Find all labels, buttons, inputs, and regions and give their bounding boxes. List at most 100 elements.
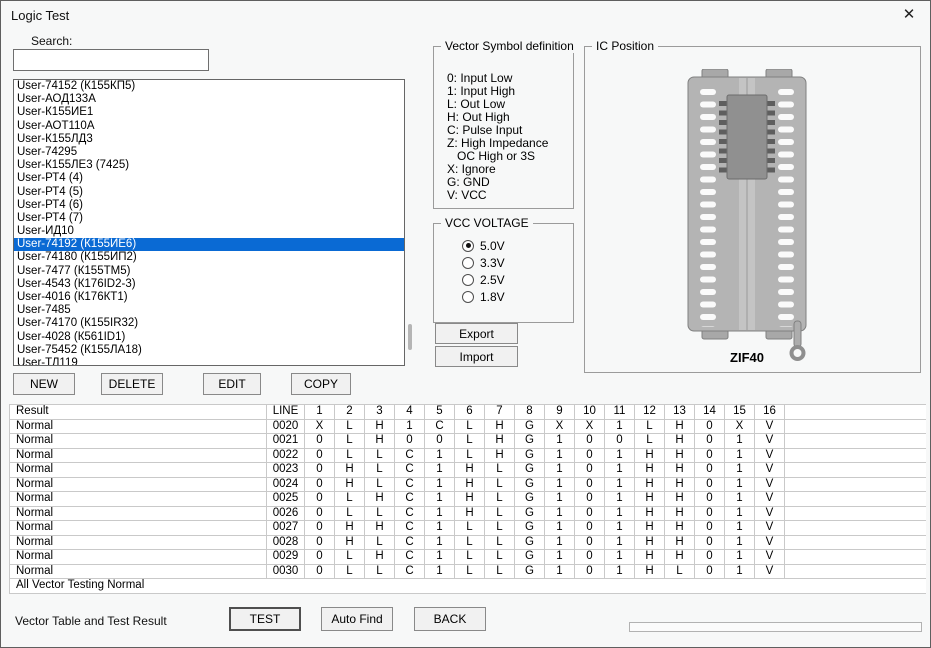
list-item[interactable]: User-74170 (К155IR32) (14, 317, 404, 330)
vector-cell: H (365, 419, 395, 434)
list-item[interactable]: User-РТ4 (7) (14, 212, 404, 225)
list-item[interactable]: User-К155ЛД3 (14, 133, 404, 146)
list-item[interactable]: User-4543 (К176ID2-3) (14, 278, 404, 291)
table-row[interactable]: Normal00230HLC1HLG101HH01V (10, 463, 927, 478)
table-row[interactable]: Normal00260LLC1HLG101HH01V (10, 506, 927, 521)
table-row[interactable]: Normal00270HHC1LLG101HH01V (10, 521, 927, 536)
list-item[interactable]: User-АОТ110А (14, 120, 404, 133)
table-row[interactable]: Normal00210LH00LHG100LH01V (10, 434, 927, 449)
vector-cell: 1 (545, 535, 575, 550)
vector-cell: L (485, 477, 515, 492)
list-item[interactable]: User-ИД10 (14, 225, 404, 238)
chip-list[interactable]: User-74152 (К155КП5)User-АОД133АUser-К15… (13, 79, 405, 366)
list-item[interactable]: User-7477 (К155ТМ5) (14, 265, 404, 278)
vcc-option-label: 5.0V (480, 239, 505, 253)
vector-cell: V (755, 564, 785, 579)
table-row[interactable]: Normal00280HLC1LLG101HH01V (10, 535, 927, 550)
vector-cell: G (515, 550, 545, 565)
auto-find-button[interactable]: Auto Find (321, 607, 393, 631)
col-header: 15 (725, 405, 755, 420)
scrollbar-thumb[interactable] (408, 324, 412, 350)
list-scrollbar[interactable] (406, 79, 414, 366)
vector-cell: L (455, 550, 485, 565)
list-item[interactable]: User-4028 (К561ID1) (14, 331, 404, 344)
vector-cell: 1 (395, 419, 425, 434)
list-item[interactable]: User-74152 (К155КП5) (14, 80, 404, 93)
list-item[interactable]: User-75452 (К155ЛА18) (14, 344, 404, 357)
vector-cell: C (395, 477, 425, 492)
vector-cell: H (455, 463, 485, 478)
vector-cell: 0 (305, 521, 335, 536)
col-header: 13 (665, 405, 695, 420)
vector-cell: V (755, 492, 785, 507)
vector-cell: G (515, 521, 545, 536)
vector-cell: H (665, 463, 695, 478)
vector-cell: 0 (605, 434, 635, 449)
table-row[interactable]: Normal00300LLC1LLG101HL01V (10, 564, 927, 579)
list-item[interactable]: User-К155ЛЕ3 (7425) (14, 159, 404, 172)
table-row[interactable]: Normal00250LHC1HLG101HH01V (10, 492, 927, 507)
list-item[interactable]: User-РТ4 (6) (14, 199, 404, 212)
vector-cell: 1 (605, 448, 635, 463)
list-item[interactable]: User-ТЛ119 (14, 357, 404, 366)
back-button[interactable]: BACK (414, 607, 486, 631)
vector-cell: H (485, 419, 515, 434)
filler-cell (785, 448, 927, 463)
vector-symbol-line: V: VCC (447, 189, 548, 202)
vector-cell: L (335, 448, 365, 463)
vector-cell: 1 (545, 550, 575, 565)
list-item[interactable]: User-7485 (14, 304, 404, 317)
vector-cell: 1 (425, 535, 455, 550)
vector-cell: G (515, 492, 545, 507)
table-row[interactable]: Normal00220LLC1LHG101HH01V (10, 448, 927, 463)
delete-button[interactable]: DELETE (101, 373, 163, 395)
vector-cell: X (305, 419, 335, 434)
test-button[interactable]: TEST (229, 607, 301, 631)
table-row[interactable]: Normal0020XLH1CLHGXX1LH0XV (10, 419, 927, 434)
list-item[interactable]: User-74192 (К155ИЕ6) (14, 238, 404, 251)
list-item[interactable]: User-74180 (К155ИП2) (14, 251, 404, 264)
line-cell: 0026 (267, 506, 305, 521)
vcc-option-2.5V[interactable]: 2.5V (462, 271, 505, 288)
vector-cell: 1 (605, 419, 635, 434)
vector-cell: X (545, 419, 575, 434)
vector-cell: H (635, 448, 665, 463)
vcc-option-5.0V[interactable]: 5.0V (462, 237, 505, 254)
vector-cell: 0 (305, 434, 335, 449)
vector-cell: 0 (575, 463, 605, 478)
list-item[interactable]: User-АОД133А (14, 93, 404, 106)
titlebar: Logic Test ✕ (1, 1, 930, 29)
vector-cell: L (335, 434, 365, 449)
vector-cell: 0 (305, 506, 335, 521)
vector-cell: L (635, 419, 665, 434)
vector-cell: L (365, 477, 395, 492)
vector-cell: H (665, 477, 695, 492)
vector-cell: L (335, 492, 365, 507)
vector-cell: 1 (725, 564, 755, 579)
vector-cell: 0 (695, 463, 725, 478)
vcc-options: 5.0V3.3V2.5V1.8V (462, 237, 505, 305)
table-row[interactable]: Normal00290LHC1LLG101HH01V (10, 550, 927, 565)
search-input[interactable] (13, 49, 209, 71)
list-item[interactable]: User-К155ИЕ1 (14, 106, 404, 119)
export-button[interactable]: Export (435, 323, 518, 344)
col-header: 3 (365, 405, 395, 420)
new-button[interactable]: NEW (13, 373, 75, 395)
import-button[interactable]: Import (435, 346, 518, 367)
edit-button[interactable]: EDIT (203, 373, 261, 395)
vector-cell: 1 (425, 550, 455, 565)
close-icon[interactable]: ✕ (900, 5, 918, 23)
list-item[interactable]: User-74295 (14, 146, 404, 159)
copy-button[interactable]: COPY (291, 373, 351, 395)
list-item[interactable]: User-РТ4 (5) (14, 186, 404, 199)
vector-cell: 1 (725, 448, 755, 463)
list-item[interactable]: User-4016 (К176КТ1) (14, 291, 404, 304)
vector-cell: 0 (575, 535, 605, 550)
vector-cell: H (635, 550, 665, 565)
vcc-option-3.3V[interactable]: 3.3V (462, 254, 505, 271)
vector-symbol-title: Vector Symbol definition (441, 39, 578, 53)
table-row[interactable]: Normal00240HLC1HLG101HH01V (10, 477, 927, 492)
vector-cell: 1 (425, 463, 455, 478)
list-item[interactable]: User-РТ4 (4) (14, 172, 404, 185)
vcc-option-1.8V[interactable]: 1.8V (462, 288, 505, 305)
